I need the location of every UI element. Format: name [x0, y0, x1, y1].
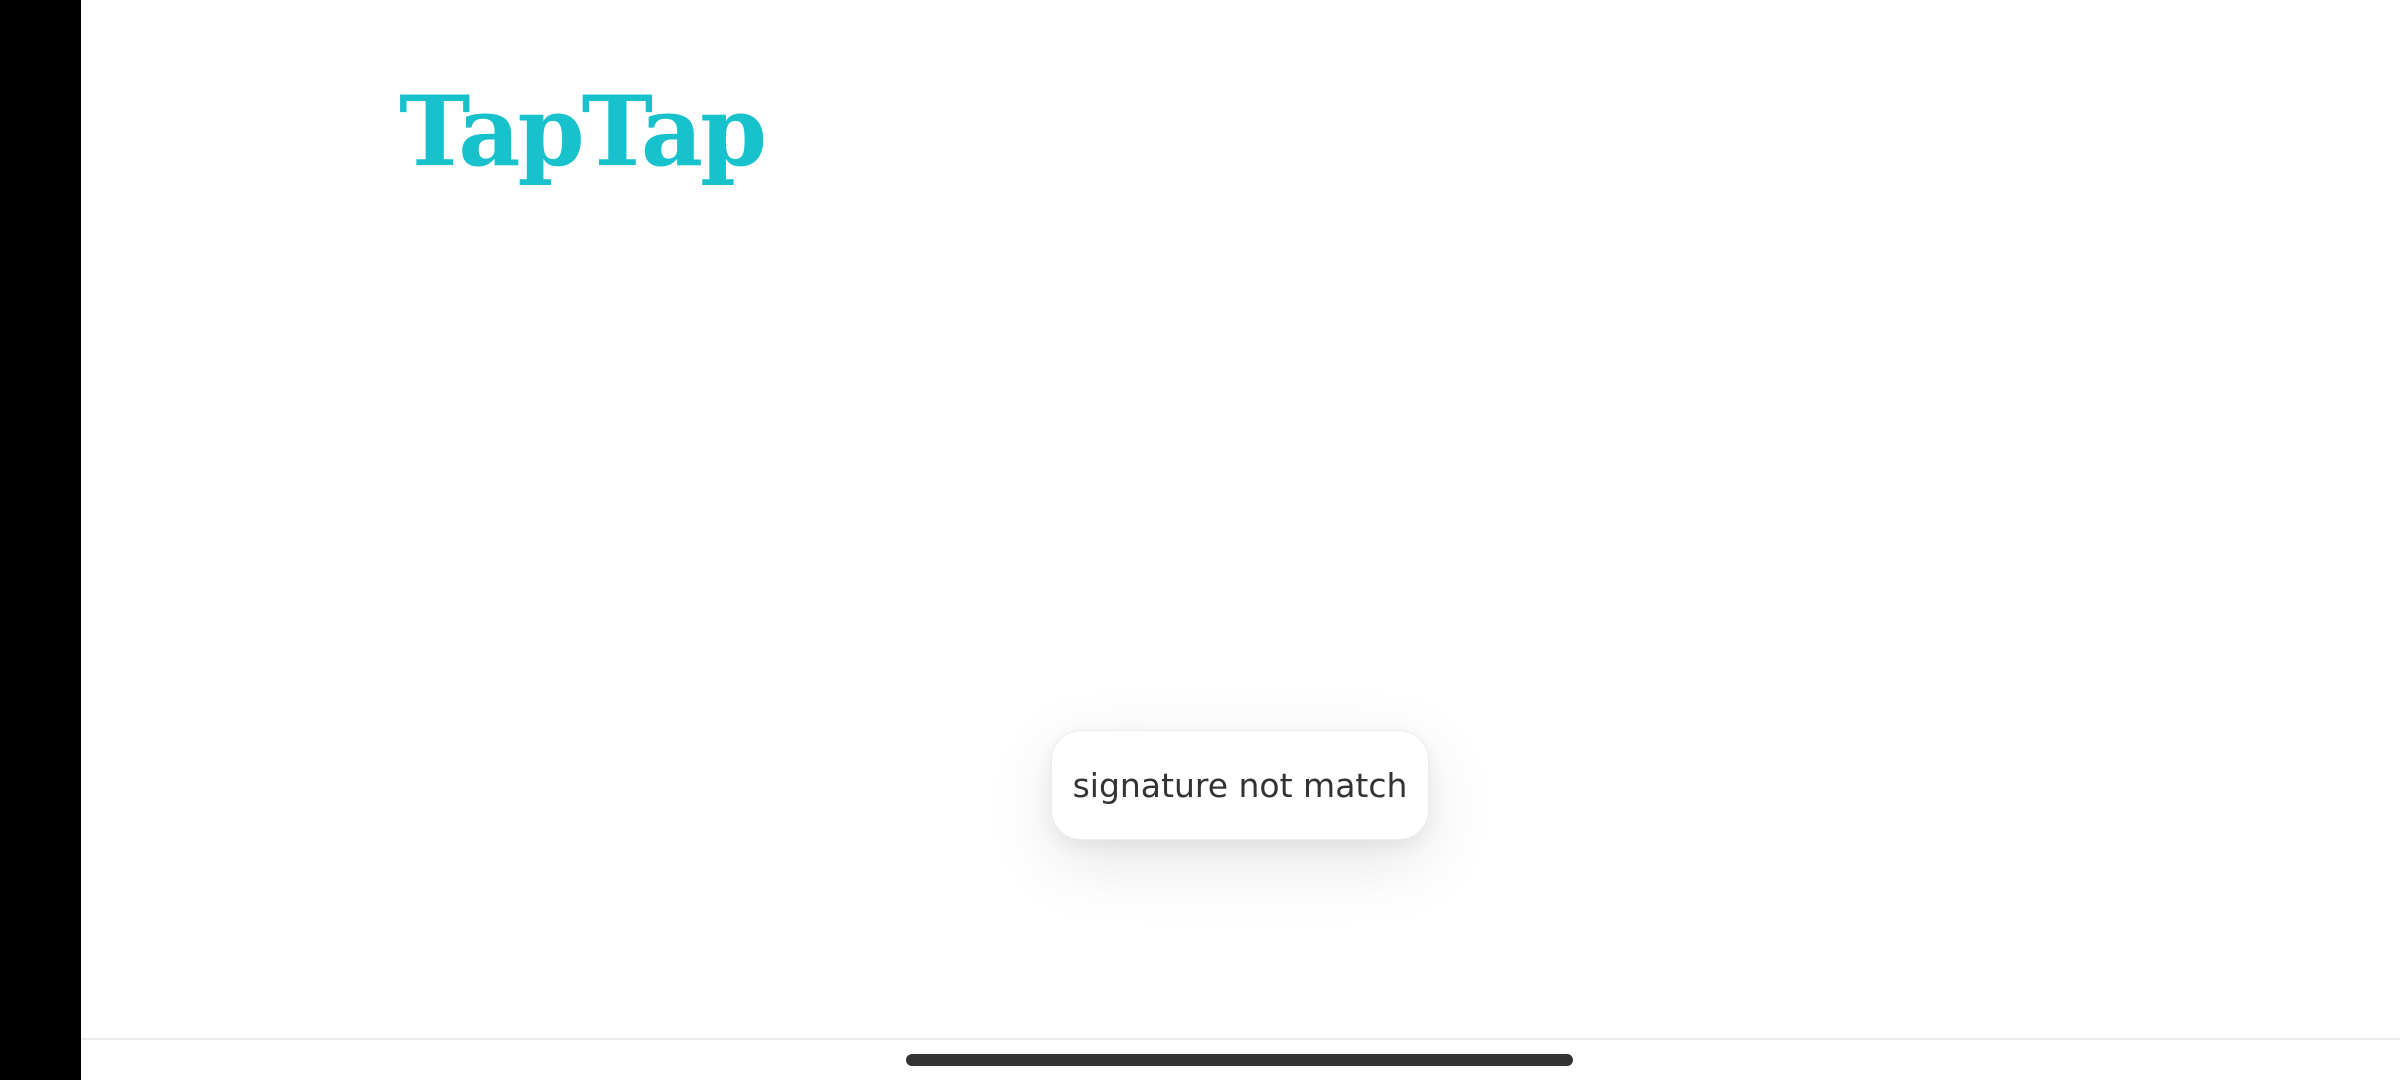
home-indicator[interactable] [906, 1054, 1573, 1066]
device-screen: TapTap signature not match [0, 0, 2400, 1080]
display-cutout-bar [0, 0, 81, 1080]
logo-text: TapTap [399, 75, 767, 188]
bottom-divider [81, 1038, 2400, 1040]
app-window: TapTap signature not match [81, 0, 2400, 1080]
taptap-logo: TapTap [399, 72, 767, 192]
toast-message: signature not match [1072, 765, 1408, 805]
error-toast: signature not match [1051, 730, 1429, 840]
